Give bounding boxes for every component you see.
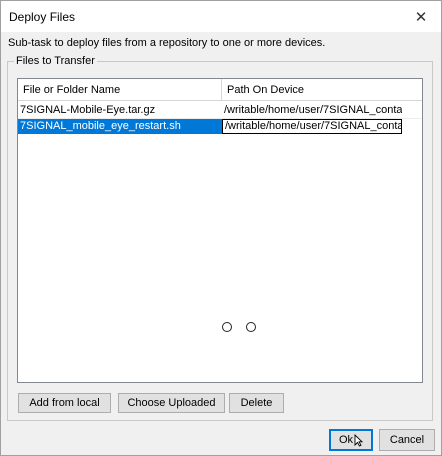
grid-header: File or Folder Name Path On Device: [18, 79, 422, 101]
window-title: Deploy Files: [9, 10, 76, 24]
group-label: Files to Transfer: [14, 55, 97, 67]
file-name-cell[interactable]: 7SIGNAL-Mobile-Eye.tar.gz: [18, 103, 222, 118]
dialog-description: Sub-task to deploy files from a reposito…: [8, 37, 326, 49]
loading-dot-icon: [222, 322, 232, 332]
ok-button[interactable]: Ok: [329, 429, 373, 451]
files-to-transfer-group: Files to Transfer File or Folder Name Pa…: [7, 55, 433, 421]
title-bar: Deploy Files ✕: [1, 1, 441, 32]
close-icon[interactable]: ✕: [401, 1, 441, 32]
loading-dot-icon: [246, 322, 256, 332]
delete-button[interactable]: Delete: [229, 393, 284, 413]
table-row-selected[interactable]: 7SIGNAL_mobile_eye_restart.sh /writable/…: [18, 119, 422, 134]
cancel-button[interactable]: Cancel: [379, 429, 435, 451]
deploy-files-dialog: Deploy Files ✕ Sub-task to deploy files …: [0, 0, 442, 456]
files-grid[interactable]: File or Folder Name Path On Device 7SIGN…: [17, 78, 423, 383]
ok-label: Ok: [338, 434, 354, 446]
path-cell-editor[interactable]: /writable/home/user/7SIGNAL_container: [222, 119, 402, 134]
column-header-path[interactable]: Path On Device: [222, 79, 422, 101]
mouse-pointer-icon: [354, 433, 364, 447]
table-row[interactable]: 7SIGNAL-Mobile-Eye.tar.gz /writable/home…: [18, 103, 422, 118]
add-from-local-button[interactable]: Add from local: [18, 393, 111, 413]
file-name-cell[interactable]: 7SIGNAL_mobile_eye_restart.sh: [18, 119, 222, 134]
column-header-file-name[interactable]: File or Folder Name: [18, 79, 222, 101]
path-cell[interactable]: /writable/home/user/7SIGNAL_container: [222, 103, 402, 118]
choose-uploaded-button[interactable]: Choose Uploaded: [118, 393, 225, 413]
